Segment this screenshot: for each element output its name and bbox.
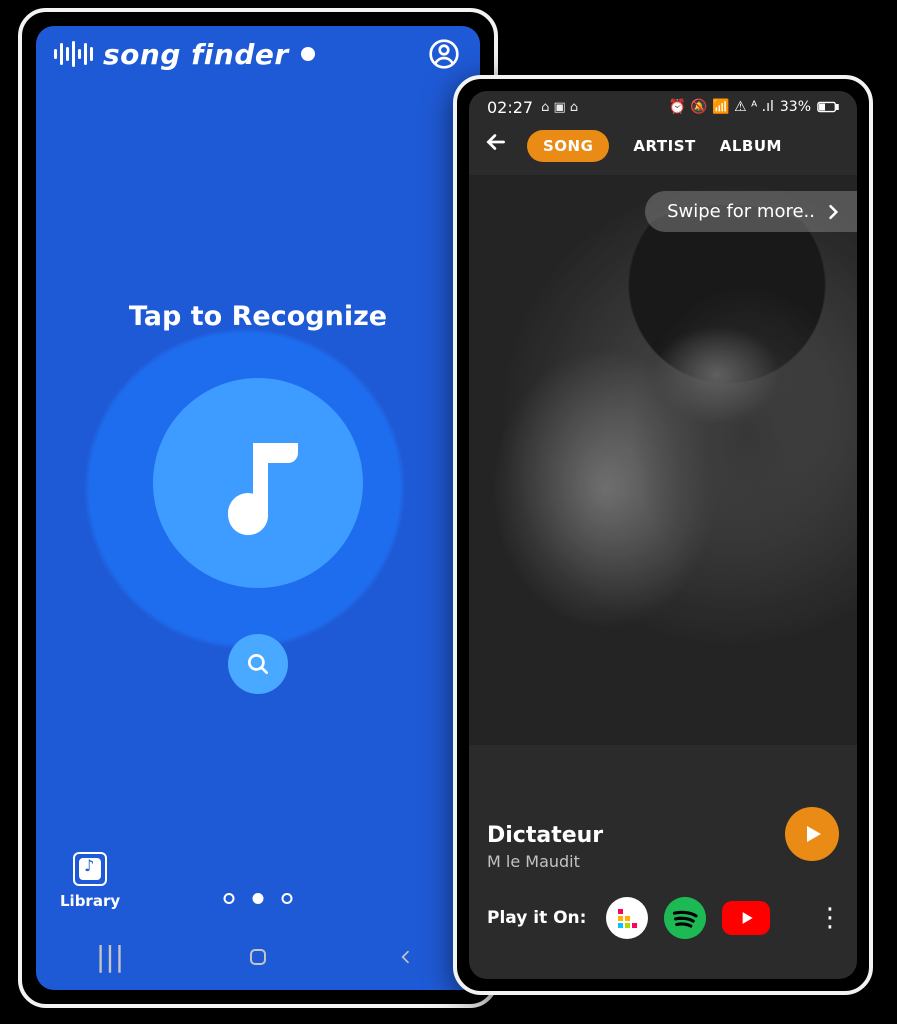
back-button[interactable] (483, 129, 509, 162)
status-right-icons: ⏰ 🔕 📶 ⚠ ᴬ .ıl (669, 99, 774, 115)
search-button[interactable] (228, 634, 288, 694)
tab-artist[interactable]: ARTIST (633, 137, 695, 155)
tab-song[interactable]: SONG (527, 130, 609, 162)
play-it-on-row: Play it On: ⋮ (487, 897, 839, 939)
android-nav-bar: ||| (36, 942, 480, 972)
tab-album[interactable]: ALBUM (720, 137, 782, 155)
vertical-dots-icon: ⋮ (817, 903, 839, 933)
profile-button[interactable] (426, 36, 462, 72)
chevron-right-icon (823, 202, 843, 222)
page-dot[interactable] (224, 893, 235, 904)
status-time: 02:27 (487, 98, 533, 117)
waveform-icon (54, 40, 93, 68)
recents-icon[interactable]: ||| (80, 942, 140, 972)
arrow-left-icon (483, 129, 509, 155)
deezer-icon (618, 909, 637, 928)
unread-dot-icon (301, 47, 315, 61)
status-left-icons: ⌂ ▣ ⌂ (541, 100, 578, 115)
library-label: Library (60, 892, 120, 910)
music-note-icon (198, 423, 318, 543)
spotify-icon (664, 897, 706, 939)
service-youtube[interactable] (722, 901, 770, 935)
artwork-shape (557, 235, 857, 615)
back-icon[interactable] (376, 942, 436, 972)
library-icon (73, 852, 107, 886)
status-battery: 33% (780, 99, 811, 115)
service-spotify[interactable] (664, 897, 706, 939)
recognize-prompt: Tap to Recognize (36, 301, 480, 332)
album-artwork (469, 175, 857, 745)
result-tabs: SONG ARTIST ALBUM (527, 130, 782, 162)
page-indicator[interactable] (224, 893, 293, 904)
left-phone-frame: song finder Tap to Recognize Libr (18, 8, 498, 1008)
recognize-button[interactable] (153, 378, 363, 588)
page-dot[interactable] (253, 893, 264, 904)
page-dot[interactable] (282, 893, 293, 904)
swipe-hint-label: Swipe for more.. (667, 201, 815, 222)
search-icon (245, 651, 271, 677)
play-icon (800, 822, 824, 846)
play-it-on-label: Play it On: (487, 908, 586, 928)
songfinder-screen: song finder Tap to Recognize Libr (36, 26, 480, 990)
service-deezer[interactable] (606, 897, 648, 939)
youtube-icon (736, 908, 756, 928)
status-bar: 02:27 ⌂ ▣ ⌂ ⏰ 🔕 📶 ⚠ ᴬ .ıl 33% (469, 91, 857, 123)
result-screen: 02:27 ⌂ ▣ ⌂ ⏰ 🔕 📶 ⚠ ᴬ .ıl 33% SONG ARTIS… (469, 91, 857, 979)
right-phone-frame: 02:27 ⌂ ▣ ⌂ ⏰ 🔕 📶 ⚠ ᴬ .ıl 33% SONG ARTIS… (453, 75, 873, 995)
overflow-button[interactable]: ⋮ (817, 903, 839, 933)
track-artist: M le Maudit (487, 852, 839, 871)
play-button[interactable] (785, 807, 839, 861)
user-circle-icon (428, 38, 460, 70)
library-button[interactable]: Library (60, 852, 120, 910)
app-title: song finder (103, 38, 289, 71)
result-header: SONG ARTIST ALBUM (469, 123, 857, 176)
battery-icon (817, 101, 839, 113)
home-icon[interactable] (228, 942, 288, 972)
swipe-hint[interactable]: Swipe for more.. (645, 191, 857, 232)
